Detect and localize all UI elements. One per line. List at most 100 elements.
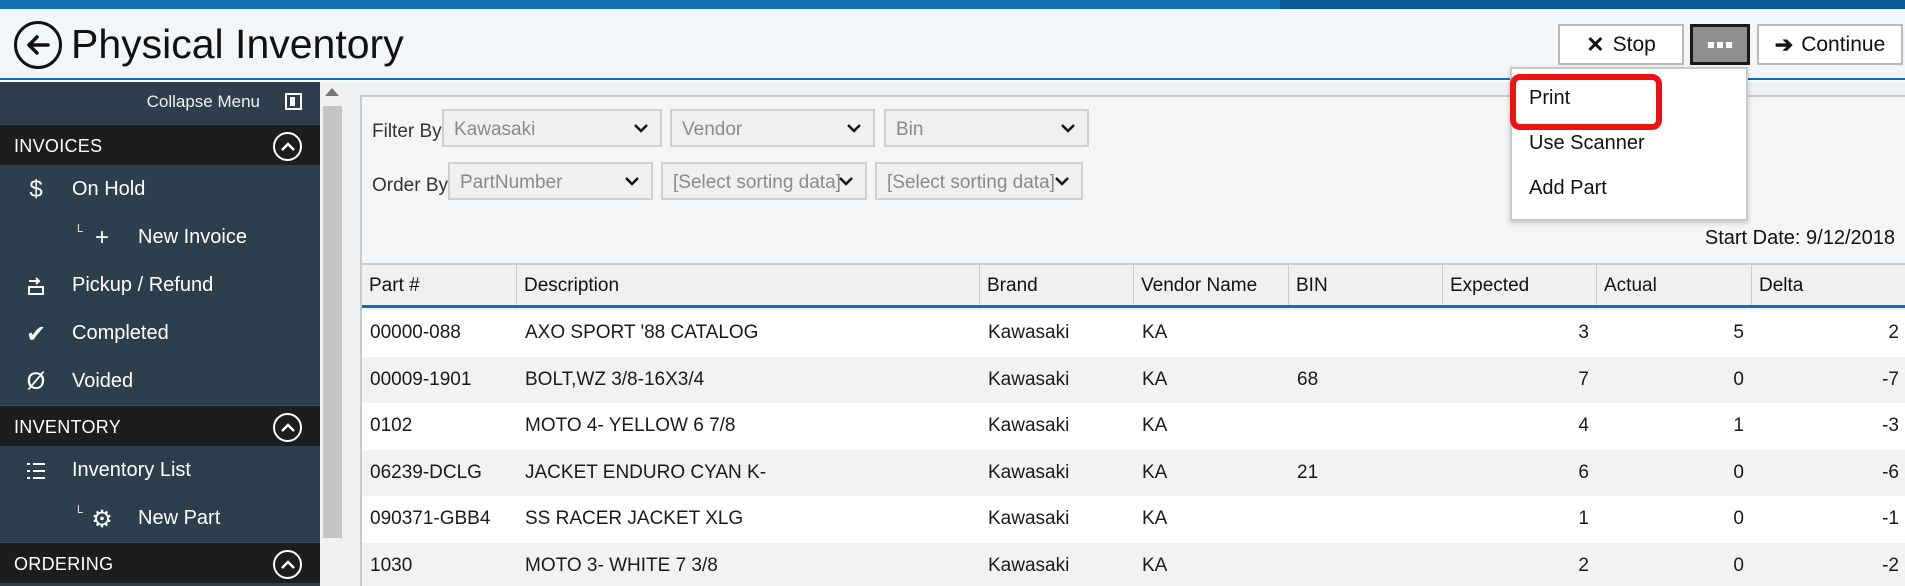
cell-expected: 4: [1578, 415, 1589, 437]
stop-button-label: Stop: [1612, 32, 1656, 56]
cell-delta: -1: [1882, 508, 1899, 530]
menu-item-print[interactable]: Print: [1529, 87, 1570, 110]
cell-part: 090371-GBB4: [370, 508, 491, 530]
column-header-description[interactable]: Description: [517, 265, 980, 305]
cell-brand: Kawasaki: [988, 461, 1070, 483]
cell-bin: 68: [1297, 368, 1319, 390]
subitem-branch-icon: └: [74, 224, 83, 238]
section-invoices[interactable]: INVOICES: [0, 124, 320, 165]
table-body: 00000-088 AXO SPORT '88 CATALOG Kawasaki…: [362, 308, 1905, 586]
table-row[interactable]: 090371-GBB4 SS RACER JACKET XLG Kawasaki…: [362, 496, 1905, 543]
chevron-down-icon: [839, 177, 853, 186]
page-title: Physical Inventory: [71, 21, 404, 67]
cell-brand: Kawasaki: [988, 508, 1070, 530]
sidebar-item-inventory-list[interactable]: Inventory List: [0, 446, 320, 494]
filter-bin-dropdown[interactable]: Bin: [884, 109, 1089, 147]
cell-description: MOTO 3- WHITE 7 3/8: [525, 554, 718, 576]
column-header-bin[interactable]: BIN: [1289, 265, 1443, 305]
section-ordering[interactable]: ORDERING: [0, 542, 320, 583]
table-row[interactable]: 00000-088 AXO SPORT '88 CATALOG Kawasaki…: [362, 310, 1905, 357]
sidebar-item-label: On Hold: [72, 178, 146, 200]
cell-actual: 0: [1733, 461, 1744, 483]
check-icon: ✔: [25, 320, 47, 348]
cell-description: AXO SPORT '88 CATALOG: [525, 322, 759, 344]
order-by-1-value: PartNumber: [460, 172, 563, 193]
cell-part: 00009-1901: [370, 368, 472, 390]
cell-expected: 1: [1578, 508, 1589, 530]
cell-vendor: KA: [1142, 368, 1168, 390]
cell-expected: 7: [1578, 368, 1589, 390]
plus-icon: +: [94, 224, 109, 251]
cell-expected: 6: [1578, 461, 1589, 483]
chevron-up-icon[interactable]: [273, 413, 302, 442]
filter-bin-value: Bin: [896, 119, 924, 140]
gear-icon: ⚙: [91, 505, 113, 533]
column-header-expected[interactable]: Expected: [1443, 265, 1597, 305]
cell-part: 1030: [370, 554, 413, 576]
cell-vendor: KA: [1142, 415, 1168, 437]
more-options-button[interactable]: [1690, 24, 1750, 65]
chevron-down-icon: [634, 124, 648, 133]
sidebar-item-label: New Part: [138, 507, 221, 529]
sidebar-item-label: Pickup / Refund: [72, 274, 214, 296]
column-header-delta[interactable]: Delta: [1752, 265, 1905, 305]
chevron-down-icon: [625, 177, 639, 186]
chevron-up-icon[interactable]: [273, 550, 302, 579]
filter-brand-dropdown[interactable]: Kawasaki: [442, 109, 662, 147]
cell-vendor: KA: [1142, 554, 1168, 576]
cell-vendor: KA: [1142, 322, 1168, 344]
sidebar-item-new-part[interactable]: └ ⚙ New Part: [0, 494, 320, 542]
sidebar-item-voided[interactable]: Ø Voided: [0, 357, 320, 405]
chevron-down-icon: [847, 124, 861, 133]
subitem-branch-icon: └: [74, 505, 83, 519]
collapse-menu-row[interactable]: Collapse Menu: [0, 82, 320, 124]
cell-delta: -2: [1882, 554, 1899, 576]
sidebar-item-pickup-refund[interactable]: Pickup / Refund: [0, 261, 320, 309]
cell-part: 00000-088: [370, 322, 461, 344]
order-by-2-dropdown[interactable]: [Select sorting data]: [661, 162, 867, 200]
table-row[interactable]: 1030 MOTO 3- WHITE 7 3/8 Kawasaki KA 2 0…: [362, 542, 1905, 586]
void-icon: Ø: [26, 368, 46, 395]
table-row[interactable]: 00009-1901 BOLT,WZ 3/8-16X3/4 Kawasaki K…: [362, 356, 1905, 403]
start-date: Start Date: 9/12/2018: [1704, 227, 1895, 249]
filter-vendor-dropdown[interactable]: Vendor: [670, 109, 875, 147]
cell-actual: 5: [1733, 322, 1744, 344]
filter-by-label: Filter By:: [372, 121, 447, 142]
arrow-left-icon: [27, 35, 50, 55]
collapse-menu-icon[interactable]: [285, 93, 302, 110]
cell-delta: -6: [1882, 461, 1899, 483]
cell-brand: Kawasaki: [988, 368, 1070, 390]
sidebar-scrollbar[interactable]: [320, 82, 345, 586]
cell-brand: Kawasaki: [988, 554, 1070, 576]
menu-item-add-part[interactable]: Add Part: [1529, 177, 1607, 200]
scroll-thumb[interactable]: [323, 106, 342, 538]
cell-description: JACKET ENDURO CYAN K-: [525, 461, 767, 483]
cell-brand: Kawasaki: [988, 322, 1070, 344]
menu-item-use-scanner[interactable]: Use Scanner: [1529, 132, 1645, 155]
chevron-up-icon[interactable]: [273, 132, 302, 161]
sidebar-item-new-invoice[interactable]: └ + New Invoice: [0, 213, 320, 261]
sidebar-item-label: Completed: [72, 322, 169, 344]
sidebar-item-label: Voided: [72, 370, 134, 392]
table-row[interactable]: 0102 MOTO 4- YELLOW 6 7/8 Kawasaki KA 4 …: [362, 403, 1905, 450]
order-by-1-dropdown[interactable]: PartNumber: [448, 162, 653, 200]
column-header-vendor-name[interactable]: Vendor Name: [1134, 265, 1289, 305]
table-row[interactable]: 06239-DCLG JACKET ENDURO CYAN K- Kawasak…: [362, 449, 1905, 496]
back-button[interactable]: [14, 21, 62, 69]
sidebar-item-completed[interactable]: ✔ Completed: [0, 309, 320, 357]
stop-button[interactable]: ✕ Stop: [1558, 24, 1684, 65]
order-by-3-dropdown[interactable]: [Select sorting data]: [875, 162, 1083, 200]
column-header-actual[interactable]: Actual: [1597, 265, 1752, 305]
cell-description: MOTO 4- YELLOW 6 7/8: [525, 415, 736, 437]
scroll-up-arrow-icon[interactable]: [325, 88, 339, 96]
list-icon: [22, 457, 50, 485]
cell-part: 06239-DCLG: [370, 461, 482, 483]
continue-button[interactable]: ➔ Continue: [1757, 24, 1903, 65]
filter-brand-value: Kawasaki: [454, 119, 536, 140]
close-icon: ✕: [1586, 31, 1605, 57]
section-inventory[interactable]: INVENTORY: [0, 405, 320, 446]
column-header-brand[interactable]: Brand: [980, 265, 1134, 305]
sidebar-item-on-hold[interactable]: $ On Hold: [0, 165, 320, 213]
column-header-part[interactable]: Part #: [362, 265, 517, 305]
filter-vendor-value: Vendor: [682, 119, 743, 140]
